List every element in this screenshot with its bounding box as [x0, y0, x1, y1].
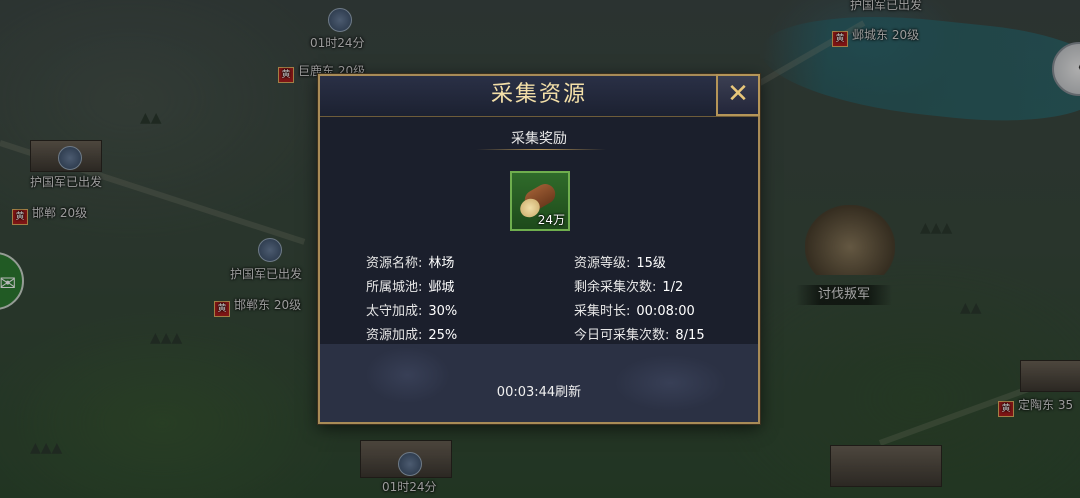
info-resource-level: 资源等级: 15级: [574, 252, 666, 271]
info-value: 00:08:00: [636, 304, 695, 319]
info-value: 25%: [428, 328, 458, 343]
close-icon: ✕: [727, 79, 749, 109]
info-label: 资源加成:: [366, 328, 423, 343]
info-daily-collects: 今日可采集次数: 8/15: [574, 324, 705, 343]
info-label: 资源名称:: [366, 256, 423, 271]
info-label: 剩余采集次数:: [574, 280, 657, 295]
info-resource-bonus: 资源加成: 25%: [366, 324, 457, 343]
refresh-timer: 00:03:44刷新: [496, 385, 582, 400]
info-label: 资源等级:: [574, 256, 631, 271]
info-city: 所属城池: 邺城: [366, 276, 454, 295]
dialog-header: 采集资源 ✕: [320, 74, 760, 117]
info-value: 邺城: [428, 280, 455, 295]
info-value: 1/2: [662, 280, 684, 295]
info-governor-bonus: 太守加成: 30%: [366, 300, 457, 319]
info-label: 采集时长:: [574, 304, 631, 319]
reward-item[interactable]: 24万: [510, 171, 570, 231]
dialog-footer: 00:03:44刷新: [320, 344, 758, 422]
info-resource-name: 资源名称: 林场: [366, 252, 454, 271]
info-label: 太守加成:: [366, 304, 423, 319]
info-collect-duration: 采集时长: 00:08:00: [574, 300, 695, 319]
info-value: 30%: [428, 304, 458, 319]
info-remaining-collects: 剩余采集次数: 1/2: [574, 276, 683, 295]
dialog-title: 采集资源: [490, 82, 587, 107]
divider: [476, 149, 606, 150]
reward-section-title: 采集奖励: [511, 131, 567, 147]
collect-resource-dialog: 采集资源 ✕ 采集奖励 24万 资源名称: 林场 所属城池: 邺城 太守加成: 30%…: [318, 74, 760, 424]
info-value: 林场: [428, 256, 455, 271]
reward-count: 24万: [537, 213, 565, 227]
info-label: 今日可采集次数:: [574, 328, 670, 343]
info-value: 15级: [636, 256, 666, 271]
info-value: 8/15: [675, 328, 705, 343]
info-label: 所属城池:: [366, 280, 423, 295]
close-button[interactable]: ✕: [716, 74, 760, 116]
